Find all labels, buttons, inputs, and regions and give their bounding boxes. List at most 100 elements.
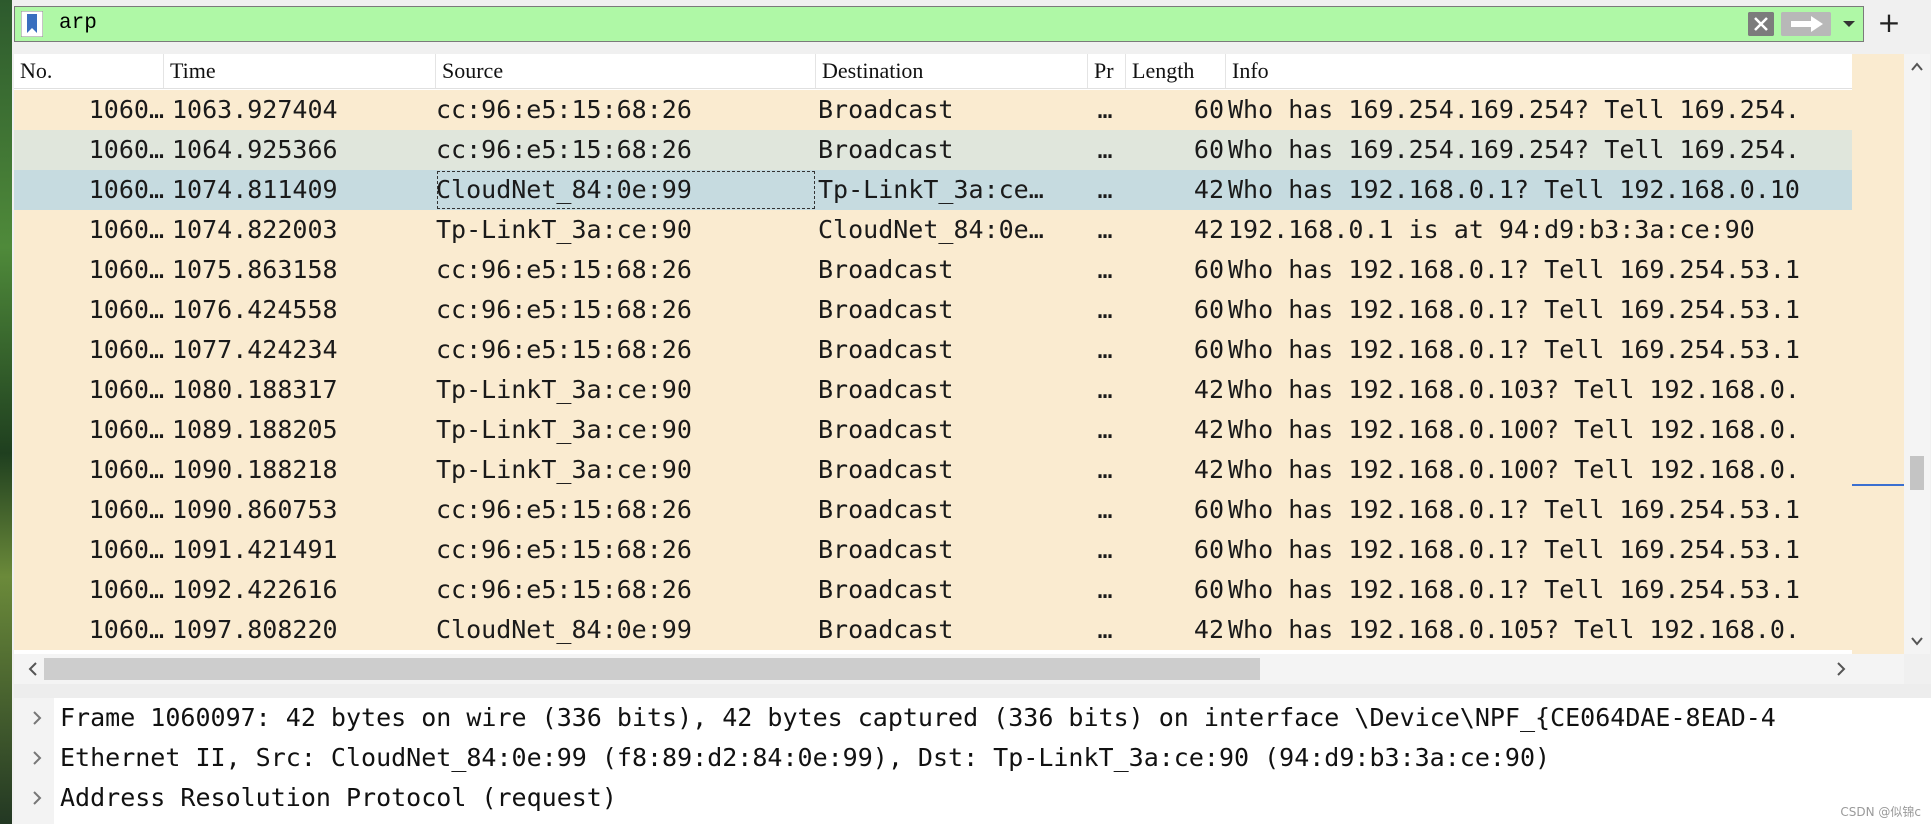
cell-length: 60 [1193,255,1224,284]
expand-arrow-icon[interactable] [26,778,50,818]
vertical-scroll-thumb[interactable] [1910,456,1924,490]
watermark: CSDN @似锦c [1840,805,1921,819]
cell-source: Tp-LinkT_3a:ce:90 [436,375,692,404]
detail-text-frame: Frame 1060097: 42 bytes on wire (336 bit… [60,703,1776,732]
cell-info: Who has 192.168.0.1? Tell 192.168.0.10 [1228,175,1800,204]
cell-source: cc:96:e5:15:68:26 [436,295,692,324]
cell-no: 1060… [88,575,164,604]
chevron-down-icon[interactable] [1904,628,1930,654]
packet-rows: 1060… 1063.927404 cc:96:e5:15:68:26 Broadca… [14,90,1852,650]
cell-time: 1090.188218 [172,455,338,484]
cell-time: 1077.424234 [172,335,338,364]
expand-arrow-icon[interactable] [26,698,50,738]
cell-no: 1060… [88,255,164,284]
packet-row[interactable]: 1060… 1077.424234 cc:96:e5:15:68:26 Broadca… [14,330,1852,370]
cell-source: cc:96:e5:15:68:26 [436,535,692,564]
cell-no: 1060… [88,615,164,644]
display-filter-input[interactable]: arp [59,7,97,41]
cell-protocol: … [1097,415,1113,444]
pane-splitter[interactable] [14,684,1931,699]
add-filter-button[interactable]: + [1874,8,1904,38]
detail-text-arp: Address Resolution Protocol (request) [60,783,617,812]
packet-minimap[interactable] [1852,54,1904,654]
cell-info: Who has 192.168.0.100? Tell 192.168.0. [1228,415,1800,444]
arrow-right-icon[interactable] [1781,12,1831,36]
horizontal-scrollbar[interactable] [14,654,1904,684]
packet-details: Frame 1060097: 42 bytes on wire (336 bit… [14,698,1931,824]
cell-info: Who has 192.168.0.105? Tell 192.168.0. [1228,615,1800,644]
expand-arrow-icon[interactable] [26,738,50,778]
cell-source: cc:96:e5:15:68:26 [436,575,692,604]
cell-protocol: … [1097,575,1113,604]
cell-destination: Broadcast [818,455,954,484]
cell-info: Who has 192.168.0.100? Tell 192.168.0. [1228,455,1800,484]
column-header-source[interactable]: Source [436,54,816,88]
packet-list[interactable]: No. Time Source Destination Pr Length In… [14,54,1930,654]
chevron-right-icon[interactable] [1830,654,1852,684]
detail-row-ethernet[interactable]: Ethernet II, Src: CloudNet_84:0e:99 (f8:… [14,738,1931,778]
cell-length: 60 [1193,575,1224,604]
cell-destination: Broadcast [818,375,954,404]
packet-row[interactable]: 1060… 1090.188218 Tp-LinkT_3a:ce:90 Broadca… [14,450,1852,490]
chevron-down-icon[interactable] [1837,12,1861,36]
detail-row-arp[interactable]: Address Resolution Protocol (request) [14,778,1931,818]
cell-protocol: … [1097,135,1113,164]
vertical-scrollbar[interactable] [1904,54,1930,654]
cell-source: cc:96:e5:15:68:26 [436,255,692,284]
cell-no: 1060… [88,375,164,404]
cell-length: 60 [1193,95,1224,124]
cell-source: Tp-LinkT_3a:ce:90 [436,415,692,444]
cell-protocol: … [1097,215,1113,244]
column-header-time[interactable]: Time [164,54,436,88]
cell-info: Who has 169.254.169.254? Tell 169.254. [1228,135,1800,164]
cell-destination: Broadcast [818,495,954,524]
cell-length: 42 [1193,615,1224,644]
packet-row[interactable]: 1060… 1089.188205 Tp-LinkT_3a:ce:90 Broadca… [14,410,1852,450]
bookmark-icon[interactable] [21,11,43,37]
cell-no: 1060… [88,135,164,164]
horizontal-scroll-thumb[interactable] [44,658,1260,680]
packet-row[interactable]: 1060… 1080.188317 Tp-LinkT_3a:ce:90 Broadca… [14,370,1852,410]
packet-row[interactable]: 1060… 1064.925366 cc:96:e5:15:68:26 Broadca… [14,130,1852,170]
column-header-length[interactable]: Length [1126,54,1226,88]
packet-row[interactable]: 1060… 1076.424558 cc:96:e5:15:68:26 Broadca… [14,290,1852,330]
cell-length: 60 [1193,495,1224,524]
packet-row[interactable]: 1060… 1074.811409 CloudNet_84:0e:99 Tp-Link… [14,170,1852,210]
column-header-protocol[interactable]: Pr [1088,54,1126,88]
cell-destination: Broadcast [818,95,954,124]
cell-protocol: … [1097,95,1113,124]
packet-row[interactable]: 1060… 1091.421491 cc:96:e5:15:68:26 Broadca… [14,530,1852,570]
chevron-left-icon[interactable] [22,654,44,684]
cell-info: Who has 192.168.0.1? Tell 169.254.53.1 [1228,575,1800,604]
packet-row[interactable]: 1060… 1075.863158 cc:96:e5:15:68:26 Broadca… [14,250,1852,290]
cell-destination: Broadcast [818,255,954,284]
cell-length: 42 [1193,375,1224,404]
cell-destination: Broadcast [818,535,954,564]
cell-destination: Broadcast [818,415,954,444]
cell-protocol: … [1097,615,1113,644]
cell-length: 42 [1193,415,1224,444]
packet-row[interactable]: 1060… 1097.808220 CloudNet_84:0e:99 Broadca… [14,610,1852,650]
cell-protocol: … [1097,375,1113,404]
chevron-up-icon[interactable] [1904,54,1930,80]
column-header-info[interactable]: Info [1226,54,1852,88]
packet-row[interactable]: 1060… 1074.822003 Tp-LinkT_3a:ce:90 CloudNe… [14,210,1852,250]
column-header-destination[interactable]: Destination [816,54,1088,88]
cell-no: 1060… [88,495,164,524]
cell-time: 1064.925366 [172,135,338,164]
packet-row[interactable]: 1060… 1092.422616 cc:96:e5:15:68:26 Broadca… [14,570,1852,610]
cell-length: 42 [1193,215,1224,244]
clear-icon[interactable] [1748,12,1774,36]
cell-destination: Tp-LinkT_3a:ce… [818,175,1044,204]
detail-row-frame[interactable]: Frame 1060097: 42 bytes on wire (336 bit… [14,698,1931,738]
column-header-no[interactable]: No. [14,54,164,88]
cell-destination: CloudNet_84:0e… [818,215,1044,244]
packet-row[interactable]: 1060… 1090.860753 cc:96:e5:15:68:26 Broadca… [14,490,1852,530]
packet-row[interactable]: 1060… 1063.927404 cc:96:e5:15:68:26 Broadca… [14,90,1852,130]
cell-no: 1060… [88,175,164,204]
cell-time: 1089.188205 [172,415,338,444]
cell-time: 1075.863158 [172,255,338,284]
display-filter-bar[interactable]: arp [14,6,1864,42]
cell-protocol: … [1097,335,1113,364]
cell-protocol: … [1097,535,1113,564]
